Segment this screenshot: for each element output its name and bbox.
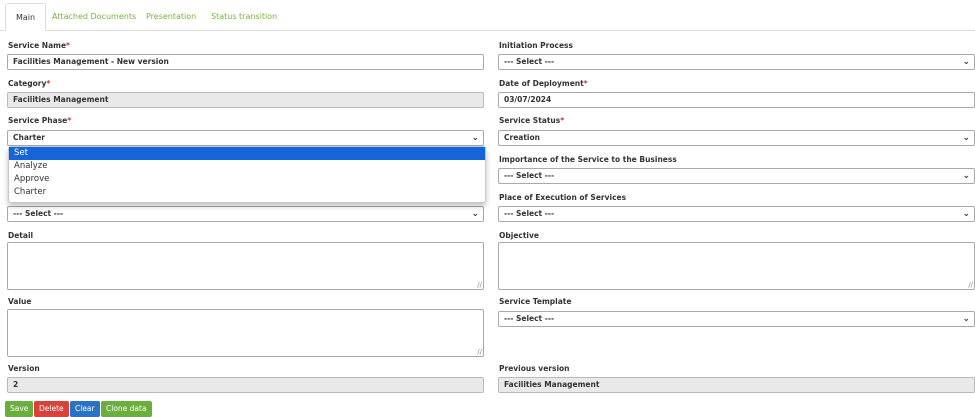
place-of-execution-label-text: Place of Execution of Services	[499, 193, 627, 202]
required-marker: *	[560, 116, 565, 125]
objective-label-text: Objective	[499, 231, 539, 240]
clone-data-button[interactable]: Clone data	[101, 401, 152, 417]
service-template-value: --- Select ---	[504, 314, 555, 323]
importance-label: Importance of the Service to the Busines…	[499, 155, 677, 164]
service-template-label-text: Service Template	[499, 297, 572, 306]
required-marker: *	[66, 41, 70, 50]
previous-version-label: Previous version	[499, 364, 570, 373]
initiation-process-label-text: Initiation Process	[499, 41, 573, 50]
detail-label-text: Detail	[8, 231, 34, 240]
category-field: Facilities Management	[7, 92, 484, 108]
date-of-deployment-input[interactable]: 03/07/2024	[498, 92, 975, 108]
value-textarea[interactable]: ∕∕	[7, 309, 484, 357]
chevron-down-icon: ⌄	[962, 209, 970, 219]
clear-button[interactable]: Clear	[70, 401, 100, 417]
place-of-execution-label: Place of Execution of Services	[499, 193, 626, 202]
service-status-label-text: Service Status	[499, 116, 561, 125]
chevron-down-icon: ⌄	[471, 133, 479, 143]
chevron-down-icon: ⌄	[962, 133, 970, 143]
initiation-process-select[interactable]: --- Select --- ⌄	[498, 54, 975, 70]
tab-bar: Main Attached Documents Presentation Sta…	[0, 0, 975, 31]
dropdown-option-set[interactable]: Set	[9, 147, 485, 160]
required-marker: *	[583, 79, 588, 88]
required-marker: *	[67, 116, 72, 125]
category-value: Facilities Management	[13, 95, 109, 104]
initiation-process-label: Initiation Process	[499, 41, 573, 50]
dropdown-option-analyze[interactable]: Analyze	[9, 160, 485, 173]
tab-status-transition[interactable]: Status transition	[201, 3, 287, 30]
detail-textarea[interactable]: ∕∕	[7, 242, 484, 290]
resize-grip-icon[interactable]: ∕∕	[477, 282, 482, 289]
resize-grip-icon[interactable]: ∕∕	[968, 282, 973, 289]
chevron-down-icon: ⌄	[471, 209, 479, 219]
service-phase-label: Service Phase*	[8, 116, 71, 125]
service-status-label: Service Status*	[499, 116, 564, 125]
place-of-execution-value: --- Select ---	[504, 209, 555, 218]
value-label: Value	[8, 297, 31, 306]
required-marker: *	[46, 79, 51, 88]
save-button[interactable]: Save	[5, 401, 34, 417]
service-template-select[interactable]: --- Select --- ⌄	[498, 311, 975, 327]
service-name-label: Service Name*	[8, 41, 70, 50]
service-phase-value: Charter	[13, 133, 45, 142]
service-phase-select[interactable]: Charter ⌄	[7, 130, 484, 146]
objective-label: Objective	[499, 231, 539, 240]
chevron-down-icon: ⌄	[962, 171, 970, 181]
tab-attached-documents[interactable]: Attached Documents	[42, 3, 146, 30]
importance-value: --- Select ---	[504, 171, 555, 180]
delete-button[interactable]: Delete	[34, 401, 69, 417]
date-of-deployment-label: Date of Deployment*	[499, 79, 588, 88]
service-status-value: Creation	[504, 133, 540, 142]
detail-label: Detail	[8, 231, 33, 240]
service-template-label: Service Template	[499, 297, 571, 306]
importance-label-text: Importance of the Service to the Busines…	[499, 155, 677, 164]
tab-main[interactable]: Main	[5, 3, 47, 31]
service-name-input[interactable]: Facilities Management - New version	[7, 54, 484, 70]
previous-version-label-text: Previous version	[499, 364, 570, 373]
service-name-value: Facilities Management - New version	[13, 57, 169, 66]
chevron-down-icon: ⌄	[962, 57, 970, 67]
objective-textarea[interactable]: ∕∕	[498, 242, 975, 290]
service-name-label-text: Service Name	[8, 41, 67, 50]
chevron-down-icon: ⌄	[962, 314, 970, 324]
version-label-text: Version	[8, 364, 40, 373]
dropdown-option-approve[interactable]: Approve	[9, 173, 485, 186]
category-label: Category*	[8, 79, 50, 88]
importance-select[interactable]: --- Select --- ⌄	[498, 168, 975, 184]
version-value: 2	[13, 380, 19, 389]
place-of-execution-select[interactable]: --- Select --- ⌄	[498, 206, 975, 222]
tab-presentation[interactable]: Presentation	[136, 3, 206, 30]
resize-grip-icon[interactable]: ∕∕	[477, 349, 482, 356]
hidden-select-value: --- Select ---	[13, 209, 64, 218]
value-label-text: Value	[8, 297, 32, 306]
service-phase-dropdown-list: Set Analyze Approve Charter	[8, 146, 486, 203]
category-label-text: Category	[8, 79, 47, 88]
previous-version-field: Facilities Management	[498, 377, 975, 393]
version-field: 2	[7, 377, 484, 393]
hidden-select[interactable]: --- Select --- ⌄	[7, 206, 484, 222]
date-of-deployment-value: 03/07/2024	[504, 95, 552, 104]
dropdown-option-charter[interactable]: Charter	[9, 186, 485, 199]
initiation-process-value: --- Select ---	[504, 57, 555, 66]
date-of-deployment-label-text: Date of Deployment	[499, 79, 584, 88]
previous-version-value: Facilities Management	[504, 380, 600, 389]
version-label: Version	[8, 364, 40, 373]
service-status-select[interactable]: Creation ⌄	[498, 130, 975, 146]
service-phase-label-text: Service Phase	[8, 116, 68, 125]
